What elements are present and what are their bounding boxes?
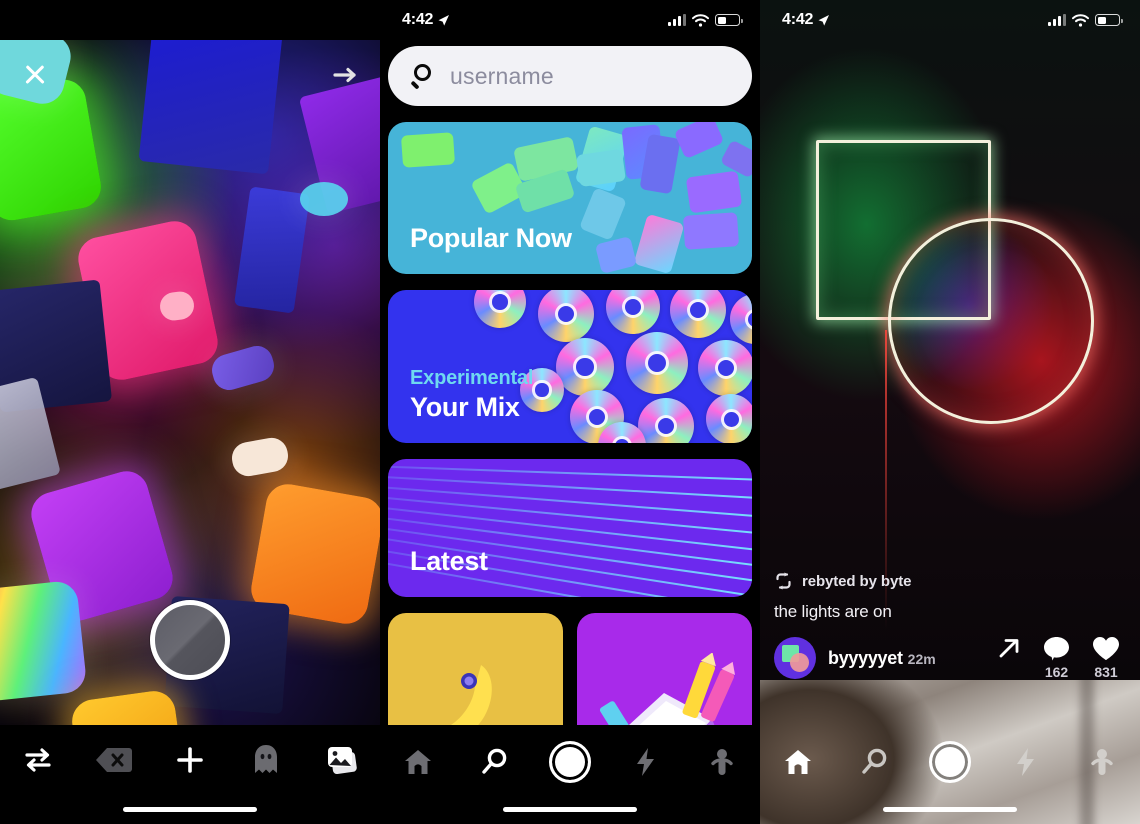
- nav-activity[interactable]: [998, 737, 1054, 787]
- status-bar-middle: 4:42: [380, 0, 760, 40]
- capture-button[interactable]: [150, 600, 230, 680]
- search-icon: [862, 748, 887, 774]
- add-icon[interactable]: [164, 738, 216, 782]
- camera-top-bar: [0, 52, 380, 98]
- explore-screen-panel: 4:42 username Popular Now Experimental Y…: [380, 0, 760, 824]
- status-bar-left: [0, 0, 380, 40]
- ghost-icon[interactable]: [240, 738, 292, 782]
- author-username: byyyyyet: [828, 647, 903, 668]
- category-card-list: Popular Now Experimental Your Mix Latest: [380, 122, 760, 824]
- status-indicators: [668, 13, 743, 27]
- share-arrow-icon: [999, 639, 1019, 658]
- search-icon: [410, 63, 436, 90]
- comment-action[interactable]: 162: [1043, 636, 1070, 680]
- post-metadata: rebyted by byte the lights are on byyyyy…: [760, 572, 1140, 680]
- nav-home[interactable]: [770, 737, 826, 787]
- lightning-icon: [1017, 748, 1034, 776]
- flip-camera-icon[interactable]: [12, 738, 64, 782]
- art-tile: [208, 342, 278, 394]
- cellular-signal-icon: [1048, 14, 1066, 26]
- home-icon: [785, 750, 811, 774]
- nav-camera[interactable]: [922, 737, 978, 787]
- wifi-icon: [1072, 13, 1089, 27]
- card-latest[interactable]: Latest: [388, 459, 752, 597]
- search-bar[interactable]: username: [388, 46, 752, 106]
- art-cube: [233, 186, 311, 314]
- cellular-signal-icon: [668, 14, 686, 26]
- avatar[interactable]: [774, 637, 816, 679]
- post-timestamp: 22m: [907, 650, 936, 667]
- nav-profile[interactable]: [694, 737, 750, 787]
- close-icon[interactable]: [20, 60, 50, 90]
- wifi-icon: [692, 13, 709, 27]
- author-info[interactable]: byyyyyet 22m: [828, 648, 936, 669]
- camera-screen-panel: [0, 0, 380, 824]
- search-icon: [482, 748, 507, 774]
- heart-icon: [1093, 637, 1119, 660]
- lightning-icon: [637, 748, 654, 776]
- search-bar-container: username: [380, 46, 760, 106]
- home-indicator: [883, 807, 1017, 812]
- home-icon: [405, 750, 431, 774]
- card-popular-now[interactable]: Popular Now: [388, 122, 752, 274]
- home-indicator: [123, 807, 257, 812]
- search-placeholder: username: [450, 62, 554, 89]
- art-tile: [300, 182, 348, 216]
- delete-clip-icon[interactable]: [88, 738, 140, 782]
- share-action[interactable]: [997, 636, 1021, 663]
- like-count: 831: [1094, 664, 1118, 680]
- card-latest-text: Latest: [410, 546, 488, 576]
- rebyte-icon: [776, 572, 791, 590]
- card-your-mix[interactable]: Experimental Your Mix: [388, 290, 752, 443]
- camera-button-icon: [929, 741, 971, 783]
- rebyte-row: rebyted by byte: [774, 572, 1126, 590]
- arrow-right-icon[interactable]: [330, 60, 360, 90]
- neon-circle-art: [888, 218, 1094, 424]
- card-your-mix-text: Experimental Your Mix: [410, 367, 534, 422]
- comment-count: 162: [1044, 664, 1069, 680]
- status-time: 4:42: [402, 11, 450, 29]
- post-caption: the lights are on: [774, 602, 892, 621]
- author-row: byyyyyet 22m 162 831: [774, 636, 1126, 680]
- comment-icon: [1044, 637, 1069, 661]
- post-actions: 162 831: [997, 636, 1126, 680]
- nav-search[interactable]: [466, 737, 522, 787]
- location-arrow-icon: [438, 14, 450, 26]
- like-action[interactable]: 831: [1092, 636, 1120, 680]
- nav-home[interactable]: [390, 737, 446, 787]
- battery-icon: [715, 14, 743, 26]
- location-arrow-icon: [818, 14, 830, 26]
- status-time: 4:42: [782, 11, 830, 29]
- feed-screen-panel: 4:42 rebyted by byte the lights are on b…: [760, 0, 1140, 824]
- status-bar-right: 4:42: [760, 0, 1140, 40]
- card-popular-now-text: Popular Now: [410, 223, 572, 253]
- nav-activity[interactable]: [618, 737, 674, 787]
- nav-search[interactable]: [846, 737, 902, 787]
- person-icon: [711, 749, 733, 775]
- battery-icon: [1095, 14, 1123, 26]
- art-tile: [0, 579, 88, 703]
- three-phone-screenshot: 4:42 username Popular Now Experimental Y…: [0, 0, 1140, 824]
- status-indicators: [1048, 13, 1123, 27]
- person-icon: [1091, 749, 1113, 775]
- nav-profile[interactable]: [1074, 737, 1130, 787]
- rebyte-label: rebyted by byte: [802, 572, 912, 590]
- nav-camera[interactable]: [542, 737, 598, 787]
- art-tile: [229, 435, 291, 479]
- camera-button-icon: [549, 741, 591, 783]
- gallery-icon[interactable]: [316, 738, 368, 782]
- home-indicator: [503, 807, 637, 812]
